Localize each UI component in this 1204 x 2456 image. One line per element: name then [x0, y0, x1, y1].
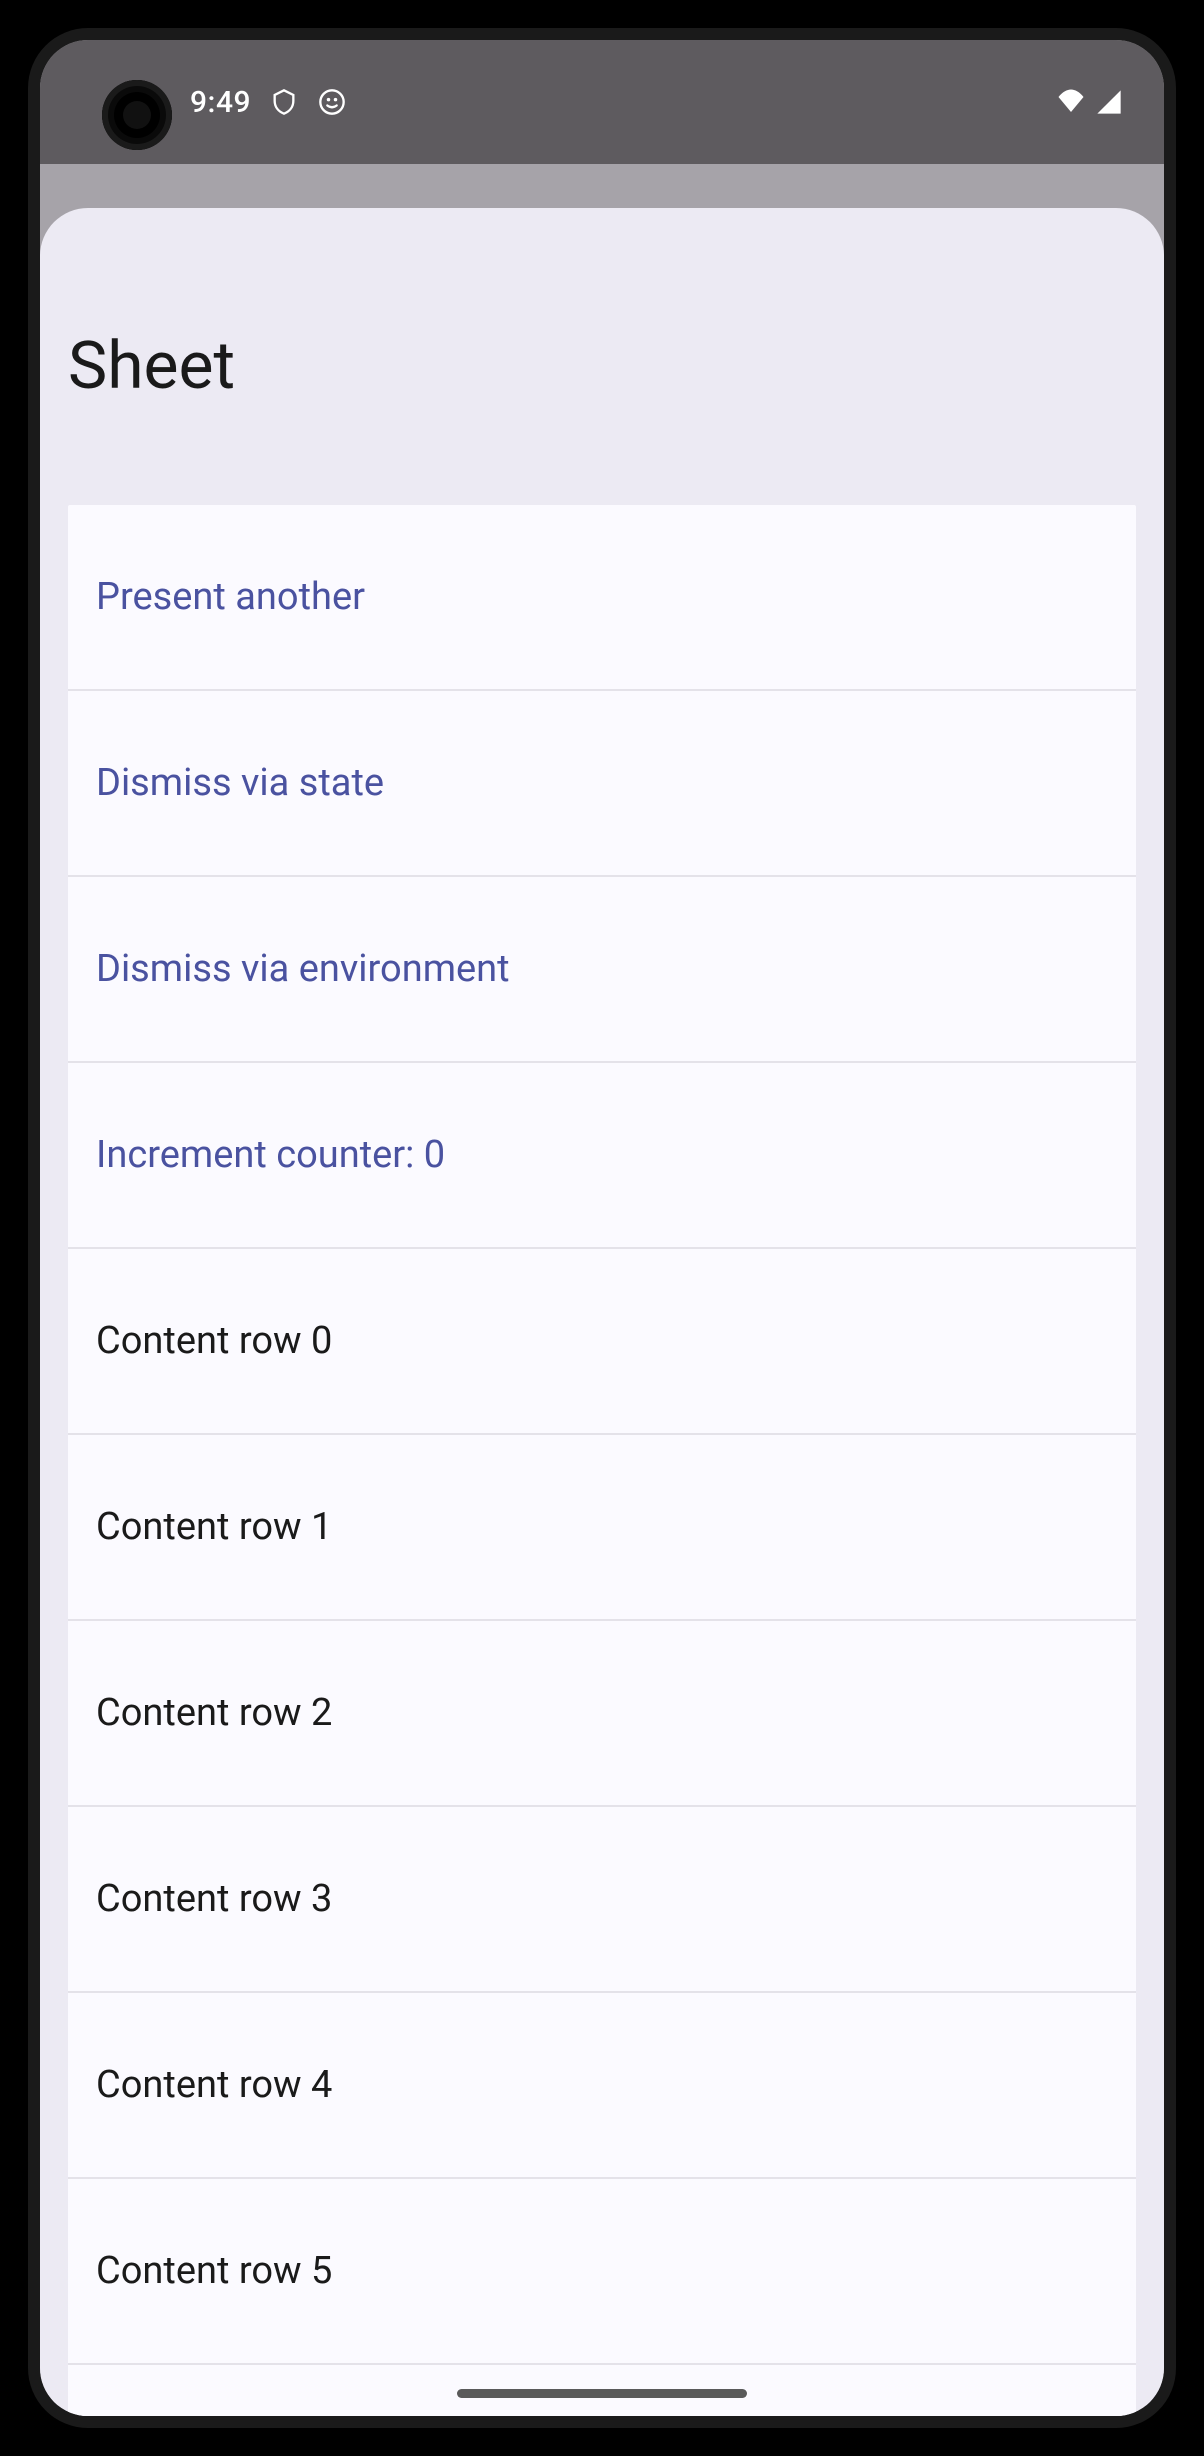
screen: 9:49	[40, 40, 1164, 2416]
content-label: Content row 5	[96, 2249, 332, 2293]
content-row: Content row 1	[68, 1435, 1136, 1621]
status-right	[1056, 87, 1124, 117]
action-dismiss-environment[interactable]: Dismiss via environment	[68, 877, 1136, 1063]
navigation-handle[interactable]	[457, 2389, 747, 2398]
content-label: Content row 2	[96, 1691, 332, 1735]
content-row: Content row 0	[68, 1249, 1136, 1435]
sheet-header: Sheet	[40, 208, 1164, 505]
content-row: Content row 5	[68, 2179, 1136, 2365]
action-increment-counter[interactable]: Increment counter: 0	[68, 1063, 1136, 1249]
content-label: Content row 3	[96, 1877, 332, 1921]
cellular-signal-icon	[1094, 87, 1124, 117]
status-time: 9:49	[190, 85, 251, 120]
face-icon	[317, 87, 347, 117]
content-label: Content row 1	[96, 1505, 332, 1549]
sheet-list[interactable]: Present another Dismiss via state Dismis…	[68, 505, 1136, 2416]
action-present-another[interactable]: Present another	[68, 505, 1136, 691]
content-row: Content row 3	[68, 1807, 1136, 1993]
bottom-sheet[interactable]: Sheet Present another Dismiss via state …	[40, 208, 1164, 2416]
sheet-title: Sheet	[68, 328, 1136, 405]
camera-cutout	[102, 80, 172, 150]
action-dismiss-state[interactable]: Dismiss via state	[68, 691, 1136, 877]
app-bar	[40, 164, 1164, 208]
action-label: Present another	[96, 575, 365, 619]
action-label: Dismiss via environment	[96, 947, 510, 991]
content-row: Content row 4	[68, 1993, 1136, 2179]
content-row: Content row 2	[68, 1621, 1136, 1807]
content-label: Content row 0	[96, 1319, 332, 1363]
status-left: 9:49	[190, 85, 347, 120]
status-bar: 9:49	[40, 40, 1164, 164]
wifi-icon	[1056, 87, 1086, 117]
action-label: Increment counter: 0	[96, 1133, 445, 1177]
content-label: Content row 4	[96, 2063, 332, 2107]
device-frame: 9:49	[0, 0, 1204, 2456]
device-inner-frame: 9:49	[28, 28, 1176, 2428]
shield-icon	[269, 87, 299, 117]
action-label: Dismiss via state	[96, 761, 384, 805]
